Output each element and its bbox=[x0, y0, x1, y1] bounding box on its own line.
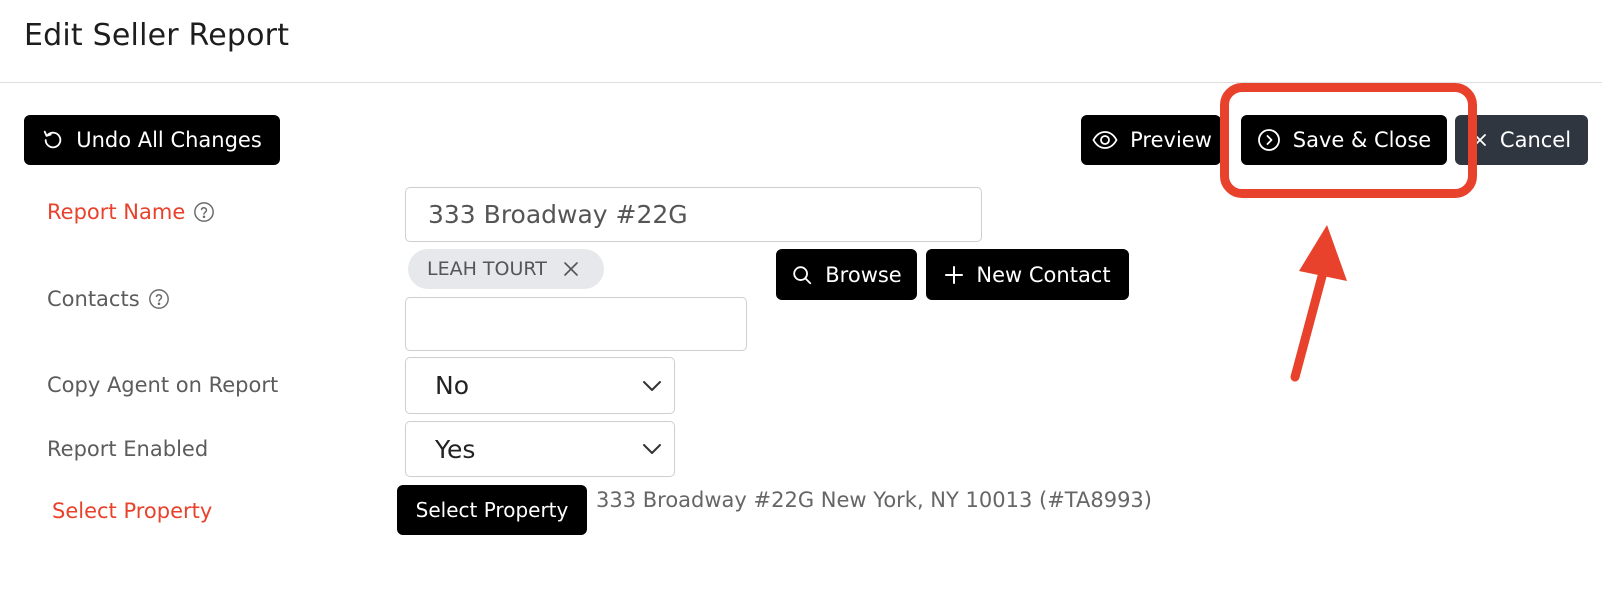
eye-icon bbox=[1092, 130, 1118, 150]
report-enabled-label: Report Enabled bbox=[47, 437, 208, 461]
cancel-label: Cancel bbox=[1499, 128, 1572, 152]
report-enabled-label-text: Report Enabled bbox=[47, 437, 209, 461]
report-name-value: 333 Broadway #22G bbox=[428, 200, 688, 229]
new-contact-button[interactable]: New Contact bbox=[926, 249, 1129, 300]
new-contact-label: New Contact bbox=[976, 262, 1111, 287]
browse-button[interactable]: Browse bbox=[776, 249, 917, 300]
preview-button[interactable]: Preview bbox=[1081, 115, 1221, 165]
copy-agent-label-text: Copy Agent on Report bbox=[47, 373, 279, 397]
browse-label: Browse bbox=[825, 262, 902, 287]
contact-tag: LEAH TOURT bbox=[408, 249, 604, 289]
report-enabled-selected-value: Yes bbox=[435, 434, 476, 464]
search-icon bbox=[791, 264, 813, 286]
select-property-label-text: Select Property bbox=[52, 499, 213, 523]
chevron-down-icon bbox=[642, 380, 662, 392]
plus-icon bbox=[944, 265, 964, 285]
edit-seller-report-page: Edit Seller Report Undo All Changes Prev… bbox=[0, 0, 1602, 600]
selected-property-text: 333 Broadway #22G New York, NY 10013 (#T… bbox=[596, 488, 1152, 512]
select-property-button[interactable]: Select Property bbox=[397, 485, 587, 535]
contacts-label: Contacts bbox=[47, 287, 170, 311]
copy-agent-select[interactable]: No bbox=[405, 357, 675, 414]
contact-tag-label: LEAH TOURT bbox=[427, 258, 547, 280]
copy-agent-selected-value: No bbox=[435, 371, 469, 400]
close-icon[interactable] bbox=[563, 261, 579, 277]
report-name-input[interactable]: 333 Broadway #22G bbox=[405, 187, 982, 242]
report-enabled-select[interactable]: Yes bbox=[405, 421, 675, 477]
annotation-arrow bbox=[1290, 225, 1347, 382]
select-property-button-label: Select Property bbox=[415, 498, 569, 522]
page-title: Edit Seller Report bbox=[24, 18, 290, 53]
report-name-label-text: Report Name bbox=[47, 200, 186, 224]
undo-all-changes-button[interactable]: Undo All Changes bbox=[24, 115, 280, 165]
contacts-input[interactable] bbox=[405, 297, 747, 351]
undo-icon bbox=[42, 129, 64, 151]
chevron-down-icon bbox=[642, 443, 662, 455]
preview-label: Preview bbox=[1130, 128, 1212, 152]
question-circle-icon[interactable] bbox=[148, 288, 170, 310]
annotation-highlight-box bbox=[1220, 83, 1477, 198]
page-header: Edit Seller Report bbox=[0, 0, 1602, 83]
contacts-label-text: Contacts bbox=[47, 287, 140, 311]
select-property-label: Select Property bbox=[52, 499, 212, 523]
undo-all-changes-label: Undo All Changes bbox=[76, 128, 262, 152]
copy-agent-label: Copy Agent on Report bbox=[47, 373, 278, 397]
report-name-label: Report Name bbox=[47, 200, 215, 224]
question-circle-icon[interactable] bbox=[193, 201, 215, 223]
